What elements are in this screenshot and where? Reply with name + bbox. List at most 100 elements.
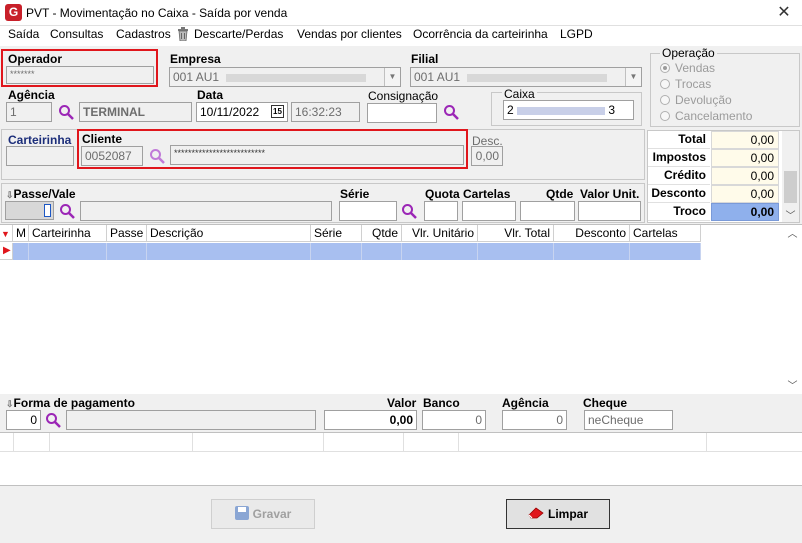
grid-cell[interactable] — [478, 243, 554, 260]
grid-col-cartelas[interactable]: Cartelas — [630, 225, 701, 242]
search-icon[interactable] — [58, 104, 74, 120]
passe-code-field[interactable] — [5, 201, 54, 220]
totals-scrollbar[interactable]: ﹀ — [782, 131, 799, 222]
consignacao-label: Consignação — [368, 89, 439, 103]
quota-field[interactable] — [424, 201, 458, 221]
search-icon[interactable] — [149, 148, 165, 164]
radio-trocas[interactable]: Trocas — [660, 77, 711, 91]
grid-col-vlr-unitario[interactable]: Vlr. Unitário — [402, 225, 478, 242]
scrollbar-thumb[interactable] — [784, 171, 797, 203]
grid-cell[interactable] — [107, 243, 147, 260]
grid-cell[interactable] — [147, 243, 311, 260]
grid-col-carteirinha[interactable]: Carteirinha — [29, 225, 107, 242]
menu-saida[interactable]: Saída — [8, 27, 39, 41]
radio-icon — [660, 95, 670, 105]
valor-unit-field[interactable] — [578, 201, 641, 221]
grid-cell[interactable] — [29, 243, 107, 260]
empresa-label: Empresa — [170, 52, 221, 66]
cartelas-field[interactable] — [462, 201, 516, 221]
window-title: PVT - Movimentação no Caixa - Saída por … — [26, 6, 288, 20]
date-field[interactable]: 10/11/2022 15 — [196, 102, 288, 122]
valor-field[interactable]: 0,00 — [324, 410, 417, 430]
empresa-select[interactable]: 001 AU1 ▼ — [169, 67, 401, 87]
calendar-icon[interactable]: 15 — [271, 105, 284, 118]
radio-devolucao-label: Devolução — [675, 93, 732, 107]
desconto-label: Desconto — [648, 185, 710, 203]
search-icon[interactable] — [59, 203, 75, 219]
menu-cadastros[interactable]: Cadastros — [116, 27, 171, 41]
grid-cell[interactable] — [13, 243, 29, 260]
radio-selected-icon — [660, 63, 670, 73]
operador-field[interactable]: ******* — [6, 66, 154, 84]
date-value: 10/11/2022 — [200, 105, 260, 119]
pagamento-agencia-field[interactable]: 0 — [502, 410, 567, 430]
valor-unit-label: Valor Unit. — [580, 187, 640, 201]
chevron-down-icon[interactable]: ▼ — [384, 68, 400, 86]
menu-ocorrencia-carteirinha[interactable]: Ocorrência da carteirinha — [413, 27, 548, 41]
chevron-down-icon[interactable]: ﹀ — [784, 377, 801, 392]
close-icon[interactable]: ✕ — [770, 2, 798, 24]
passe-label-text: Passe/Vale — [13, 187, 76, 201]
carteirinha-label: Carteirinha — [8, 133, 72, 147]
impostos-value: 0,00 — [711, 149, 779, 167]
serie-field[interactable] — [339, 201, 397, 221]
grid-cell[interactable] — [630, 243, 701, 260]
grid-cell[interactable] — [311, 243, 362, 260]
caixa-field[interactable]: 2 3 — [503, 100, 634, 120]
time-field: 16:32:23 — [291, 102, 360, 122]
agencia-label: Agência — [8, 88, 55, 102]
gravar-label: Gravar — [252, 507, 292, 521]
caixa-value-start: 2 — [507, 103, 514, 117]
limpar-button[interactable]: Limpar — [506, 499, 610, 529]
payments-grid — [0, 432, 802, 486]
grid-cell[interactable] — [554, 243, 630, 260]
grid-col-qtde[interactable]: Qtde — [362, 225, 402, 242]
grid-col-m[interactable]: M — [13, 225, 29, 242]
chevron-up-icon[interactable]: ︿ — [784, 225, 801, 240]
desconto-value: 0,00 — [711, 185, 779, 203]
grid-col-serie[interactable]: Série — [311, 225, 362, 242]
qtde-field[interactable] — [520, 201, 575, 221]
filial-redacted — [467, 73, 608, 82]
grid-col-descricao[interactable]: Descrição — [147, 225, 311, 242]
grid-scrollbar[interactable]: ︿ ﹀ — [784, 225, 801, 393]
menu-lgpd[interactable]: LGPD — [560, 27, 593, 41]
search-icon[interactable] — [401, 203, 417, 219]
agencia-code-field[interactable]: 1 — [6, 102, 52, 122]
grid-col-vlr-total[interactable]: Vlr. Total — [478, 225, 554, 242]
pagamento-agencia-label: Agência — [502, 396, 549, 410]
data-label: Data — [197, 88, 224, 102]
col-divider — [323, 433, 324, 452]
chevron-down-icon[interactable]: ▼ — [625, 68, 641, 86]
banco-field[interactable]: 0 — [422, 410, 486, 430]
filial-value: 001 AU1 — [414, 70, 461, 84]
agencia-name-field: TERMINAL — [79, 102, 192, 122]
chevron-down-icon[interactable]: ﹀ — [782, 207, 799, 222]
arrow-down-icon: ⇩ — [6, 190, 14, 200]
troco-value: 0,00 — [711, 203, 779, 221]
grid-cell[interactable] — [362, 243, 402, 260]
grid-cell[interactable] — [402, 243, 478, 260]
menu-descarte-perdas[interactable]: Descarte/Perdas — [194, 27, 283, 41]
radio-cancelamento[interactable]: Cancelamento — [660, 109, 752, 123]
menu-vendas-por-clientes[interactable]: Vendas por clientes — [297, 27, 402, 41]
grid-col-passe[interactable]: Passe — [107, 225, 147, 242]
cliente-label: Cliente — [82, 132, 123, 146]
filial-select[interactable]: 001 AU1 ▼ — [410, 67, 642, 87]
cheque-field[interactable]: neCheque — [584, 410, 673, 430]
cliente-code-field[interactable]: 0052087 — [81, 146, 143, 166]
cliente-name-field: ************************** — [170, 145, 464, 165]
cheque-label: Cheque — [583, 396, 628, 410]
consignacao-field[interactable] — [367, 103, 437, 123]
carteirinha-field[interactable] — [6, 146, 74, 166]
menu-consultas[interactable]: Consultas — [50, 27, 103, 41]
search-icon[interactable] — [443, 104, 459, 120]
pagamento-code-field[interactable]: 0 — [6, 410, 41, 430]
search-icon[interactable] — [45, 412, 61, 428]
radio-vendas[interactable]: Vendas — [660, 61, 715, 75]
gravar-button[interactable]: Gravar — [211, 499, 315, 529]
col-divider — [49, 433, 50, 452]
grid-col-desconto[interactable]: Desconto — [554, 225, 630, 242]
app-logo-icon: G — [5, 4, 22, 21]
radio-devolucao[interactable]: Devolução — [660, 93, 732, 107]
